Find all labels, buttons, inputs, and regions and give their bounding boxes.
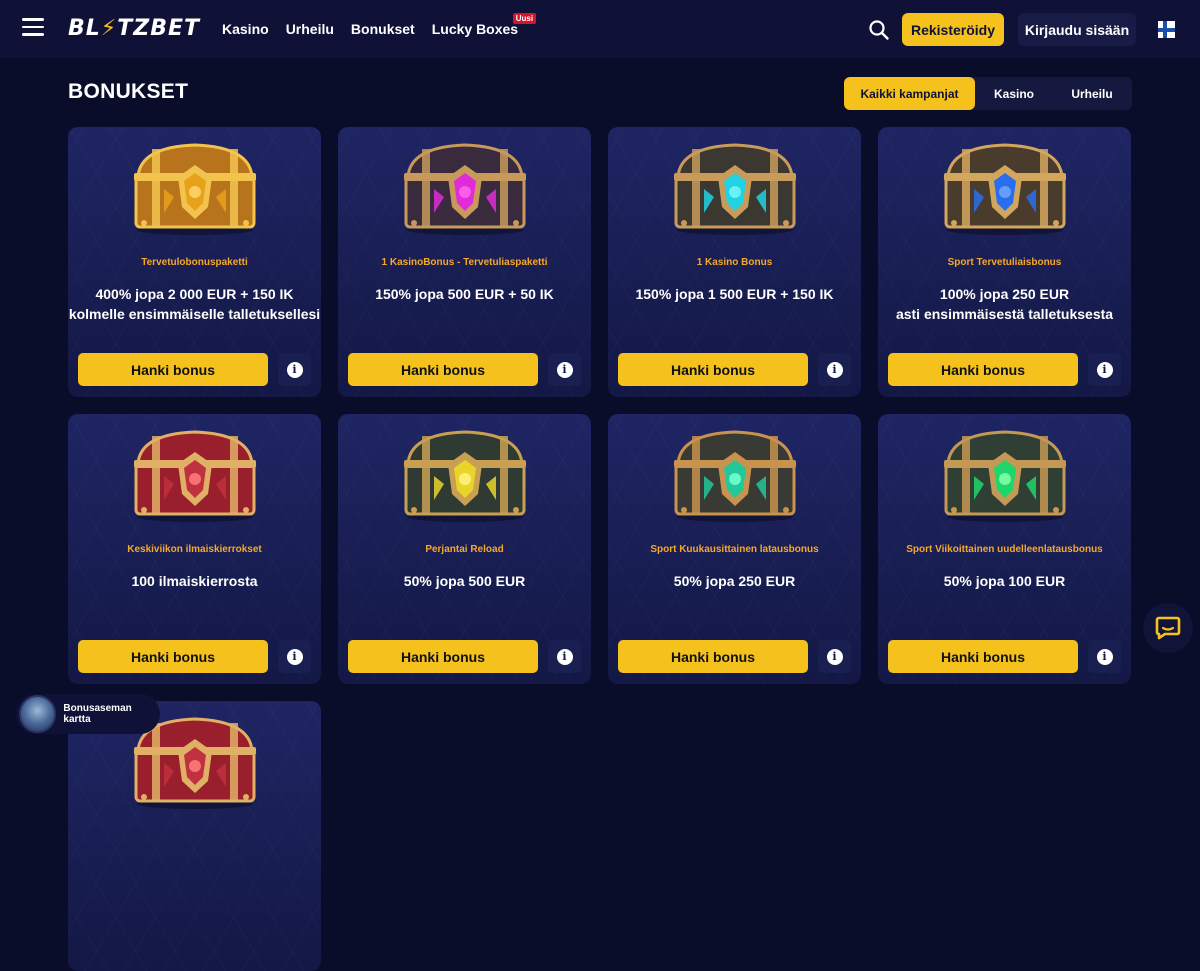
green-chest-icon — [940, 424, 1070, 524]
bonus-card: 1 KasinoBonus - Tervetuliaspaketti 150% j… — [338, 127, 591, 397]
gold-chest-icon — [130, 137, 260, 237]
bonus-card: Keskiviikon ilmaiskierrokset 100 ilmaiski… — [68, 414, 321, 684]
bonus-card-offer: 150% jopa 1 500 EUR + 150 IK — [608, 284, 861, 304]
bonus-card: Tervetulobonuspaketti 400% jopa 2 000 EUR… — [68, 127, 321, 397]
info-icon: i — [286, 648, 303, 665]
get-bonus-button[interactable]: Hanki bonus — [348, 640, 538, 673]
bonus-card-offer-line1: 100% jopa 250 EUR — [939, 286, 1070, 302]
bonus-card-offer-line1: 150% jopa 500 EUR + 50 IK — [375, 286, 554, 302]
nav-lucky-boxes[interactable]: Lucky Boxes Uusi — [431, 13, 537, 37]
tab-kasino[interactable]: Kasino — [975, 77, 1053, 110]
bonus-info-button[interactable]: i — [818, 353, 851, 386]
bonus-card-offer: 100% jopa 250 EUR asti ensimmäisestä tall… — [878, 284, 1131, 324]
bonus-card-subtitle: Keskiviikon ilmaiskierrokset — [127, 544, 262, 555]
finland-flag-icon[interactable] — [1158, 21, 1175, 38]
get-bonus-button[interactable]: Hanki bonus — [618, 353, 808, 386]
bonus-card-offer-line2: asti ensimmäisestä talletuksesta — [895, 306, 1114, 322]
bonus-card-offer: 150% jopa 500 EUR + 50 IK — [338, 284, 591, 304]
bonus-card-offer: 50% jopa 100 EUR — [878, 571, 1131, 591]
info-icon: i — [826, 648, 843, 665]
tab-all-campaigns[interactable]: Kaikki kampanjat — [844, 77, 975, 110]
bonus-card-subtitle: 1 KasinoBonus - Tervetuliaspaketti — [381, 257, 548, 268]
red-chest-icon — [130, 424, 260, 524]
bonus-info-button[interactable]: i — [278, 353, 311, 386]
info-icon: i — [1096, 361, 1113, 378]
bonus-card-offer: 100 ilmaiskierrosta — [68, 571, 321, 591]
bonus-card: Sport Tervetuliaisbonus 100% jopa 250 EUR… — [878, 127, 1131, 397]
bonus-card: Sport Kuukausittainen latausbonus 50% jop… — [608, 414, 861, 684]
top-header: BL⚡TZBET Kasino Urheilu Bonukset Lucky B… — [0, 0, 1200, 58]
bonus-card-subtitle: Sport Tervetuliaisbonus — [947, 257, 1062, 268]
get-bonus-button[interactable]: Hanki bonus — [618, 640, 808, 673]
tab-urheilu[interactable]: Urheilu — [1053, 77, 1131, 110]
nav-kasino[interactable]: Kasino — [222, 21, 269, 37]
info-icon: i — [826, 361, 843, 378]
chat-icon[interactable] — [1143, 603, 1193, 653]
yellow-chest-icon — [400, 424, 530, 524]
bonus-card-offer: 50% jopa 500 EUR — [338, 571, 591, 591]
get-bonus-button[interactable]: Hanki bonus — [888, 640, 1078, 673]
nav-bonukset[interactable]: Bonukset — [351, 21, 415, 37]
bonus-card-offer-line1: 50% jopa 500 EUR — [403, 573, 526, 589]
info-icon: i — [556, 648, 573, 665]
bonus-card-subtitle: Tervetulobonuspaketti — [141, 257, 248, 268]
bonus-card: Sport Viikoittainen uudelleenlatausbonus… — [878, 414, 1131, 684]
bonus-card-subtitle: Perjantai Reload — [425, 544, 504, 555]
bonus-info-button[interactable]: i — [548, 640, 581, 673]
bonus-card-offer-line2: kolmelle ensimmäiselle talletuksellesi — [68, 306, 321, 322]
login-button[interactable]: Kirjaudu sisään — [1018, 13, 1136, 46]
magenta-chest-icon — [400, 137, 530, 237]
bonus-card: Perjantai Reload 50% jopa 500 EUR Hanki bo… — [338, 414, 591, 684]
new-badge: Uusi — [512, 13, 537, 24]
bonus-card-offer-line1: 50% jopa 250 EUR — [673, 573, 796, 589]
info-icon: i — [286, 361, 303, 378]
bonus-card-offer-line1: 150% jopa 1 500 EUR + 150 IK — [635, 286, 834, 302]
search-icon[interactable] — [868, 19, 890, 41]
page-title: BONUKSET — [68, 80, 189, 103]
bonus-card — [68, 701, 321, 971]
bonus-info-button[interactable]: i — [818, 640, 851, 673]
bonus-info-button[interactable]: i — [1088, 353, 1121, 386]
main-nav: Kasino Urheilu Bonukset Lucky Boxes Uusi — [222, 0, 537, 58]
bonus-info-button[interactable]: i — [548, 353, 581, 386]
bonus-map-label: Bonusaseman kartta — [63, 703, 132, 725]
bonus-map-button[interactable]: Bonusaseman kartta — [16, 694, 160, 734]
bonus-card: 1 Kasino Bonus 150% jopa 1 500 EUR + 150 … — [608, 127, 861, 397]
bonus-card-offer-line1: 100 ilmaiskierrosta — [131, 573, 258, 589]
blue-chest-icon — [940, 137, 1070, 237]
bonus-card-offer-line1: 400% jopa 2 000 EUR + 150 IK — [95, 286, 294, 302]
register-button[interactable]: Rekisteröidy — [902, 13, 1004, 46]
cyan-chest-icon — [670, 137, 800, 237]
bonus-card-subtitle: Sport Kuukausittainen latausbonus — [650, 544, 819, 555]
hamburger-icon[interactable] — [22, 18, 44, 38]
bonus-info-button[interactable]: i — [278, 640, 311, 673]
bonus-card-subtitle: 1 Kasino Bonus — [696, 257, 773, 268]
bonus-map-avatar — [19, 695, 57, 733]
get-bonus-button[interactable]: Hanki bonus — [888, 353, 1078, 386]
bonus-card-subtitle: Sport Viikoittainen uudelleenlatausbonus — [906, 544, 1103, 555]
info-icon: i — [1096, 648, 1113, 665]
bonus-card-offer: 50% jopa 250 EUR — [608, 571, 861, 591]
info-icon: i — [556, 361, 573, 378]
bonus-info-button[interactable]: i — [1088, 640, 1121, 673]
teal-chest-icon — [670, 424, 800, 524]
nav-lucky-boxes-label: Lucky Boxes — [431, 21, 519, 37]
get-bonus-button[interactable]: Hanki bonus — [78, 640, 268, 673]
bonus-card-offer-line1: 50% jopa 100 EUR — [943, 573, 1066, 589]
nav-urheilu[interactable]: Urheilu — [286, 21, 334, 37]
campaign-filter-tabs: Kaikki kampanjat Kasino Urheilu — [844, 77, 1132, 110]
get-bonus-button[interactable]: Hanki bonus — [348, 353, 538, 386]
bonus-card-offer: 400% jopa 2 000 EUR + 150 IK kolmelle ens… — [68, 284, 321, 324]
logo[interactable]: BL⚡TZBET — [68, 16, 200, 41]
get-bonus-button[interactable]: Hanki bonus — [78, 353, 268, 386]
